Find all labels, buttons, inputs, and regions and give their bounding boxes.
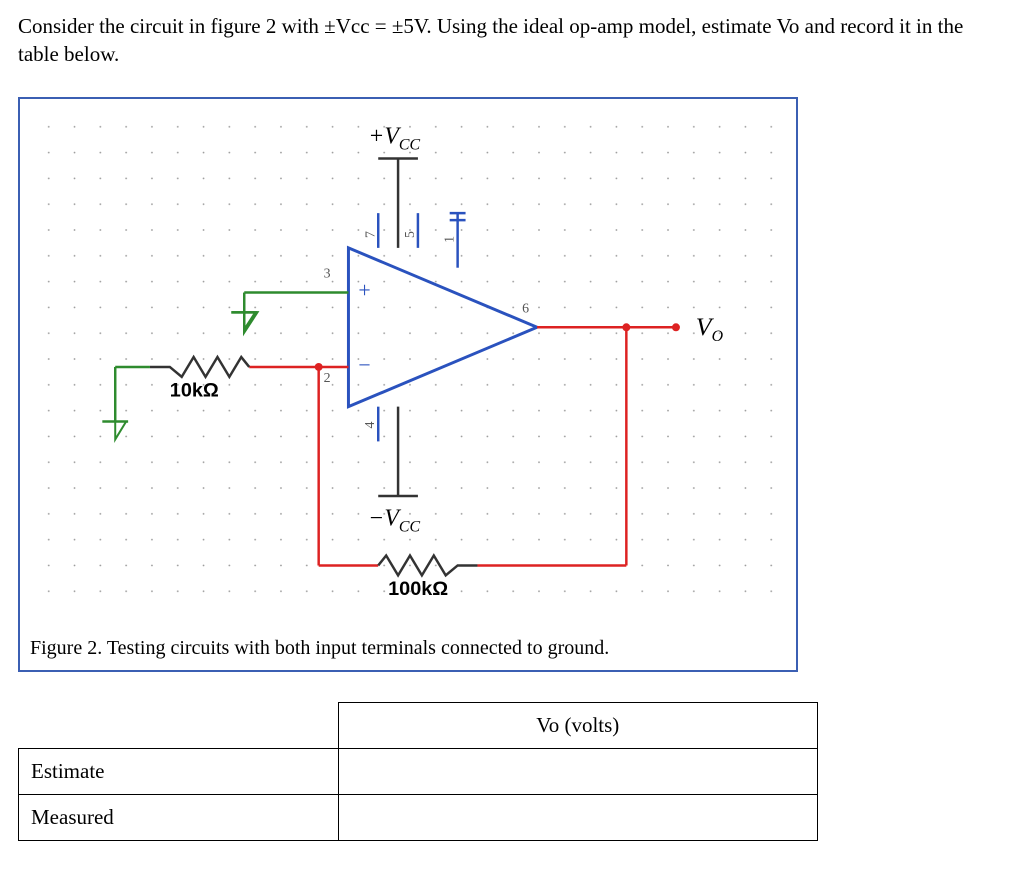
pin6-label: 6 [522,301,529,316]
results-table: Vo (volts) Estimate Measured [18,702,818,841]
pin5-label: 5 [403,231,418,238]
pin3-label: 3 [324,266,331,281]
figure-container: +VCC −VCC 7 5 1 4 3 2 6 + − [18,97,798,672]
table-header-vo: Vo (volts) [338,702,817,748]
row-measured-value[interactable] [338,794,817,840]
figure-caption: Figure 2. Testing circuits with both inp… [20,631,796,670]
row-measured-label: Measured [19,794,339,840]
pin4-label: 4 [363,421,378,428]
circuit-diagram: +VCC −VCC 7 5 1 4 3 2 6 + − [20,99,796,631]
problem-statement: Consider the circuit in figure 2 with ±V… [18,12,1006,69]
pin7-label: 7 [363,231,378,238]
minus-terminal: − [358,353,370,377]
row-estimate-label: Estimate [19,748,339,794]
pin1-label: 1 [443,236,458,243]
pin2-label: 2 [324,371,331,386]
plus-terminal: + [358,278,370,302]
row-estimate-value[interactable] [338,748,817,794]
r1-label: 10kΩ [170,379,219,401]
r2-label: 100kΩ [388,578,448,600]
table-empty-header [19,702,339,748]
